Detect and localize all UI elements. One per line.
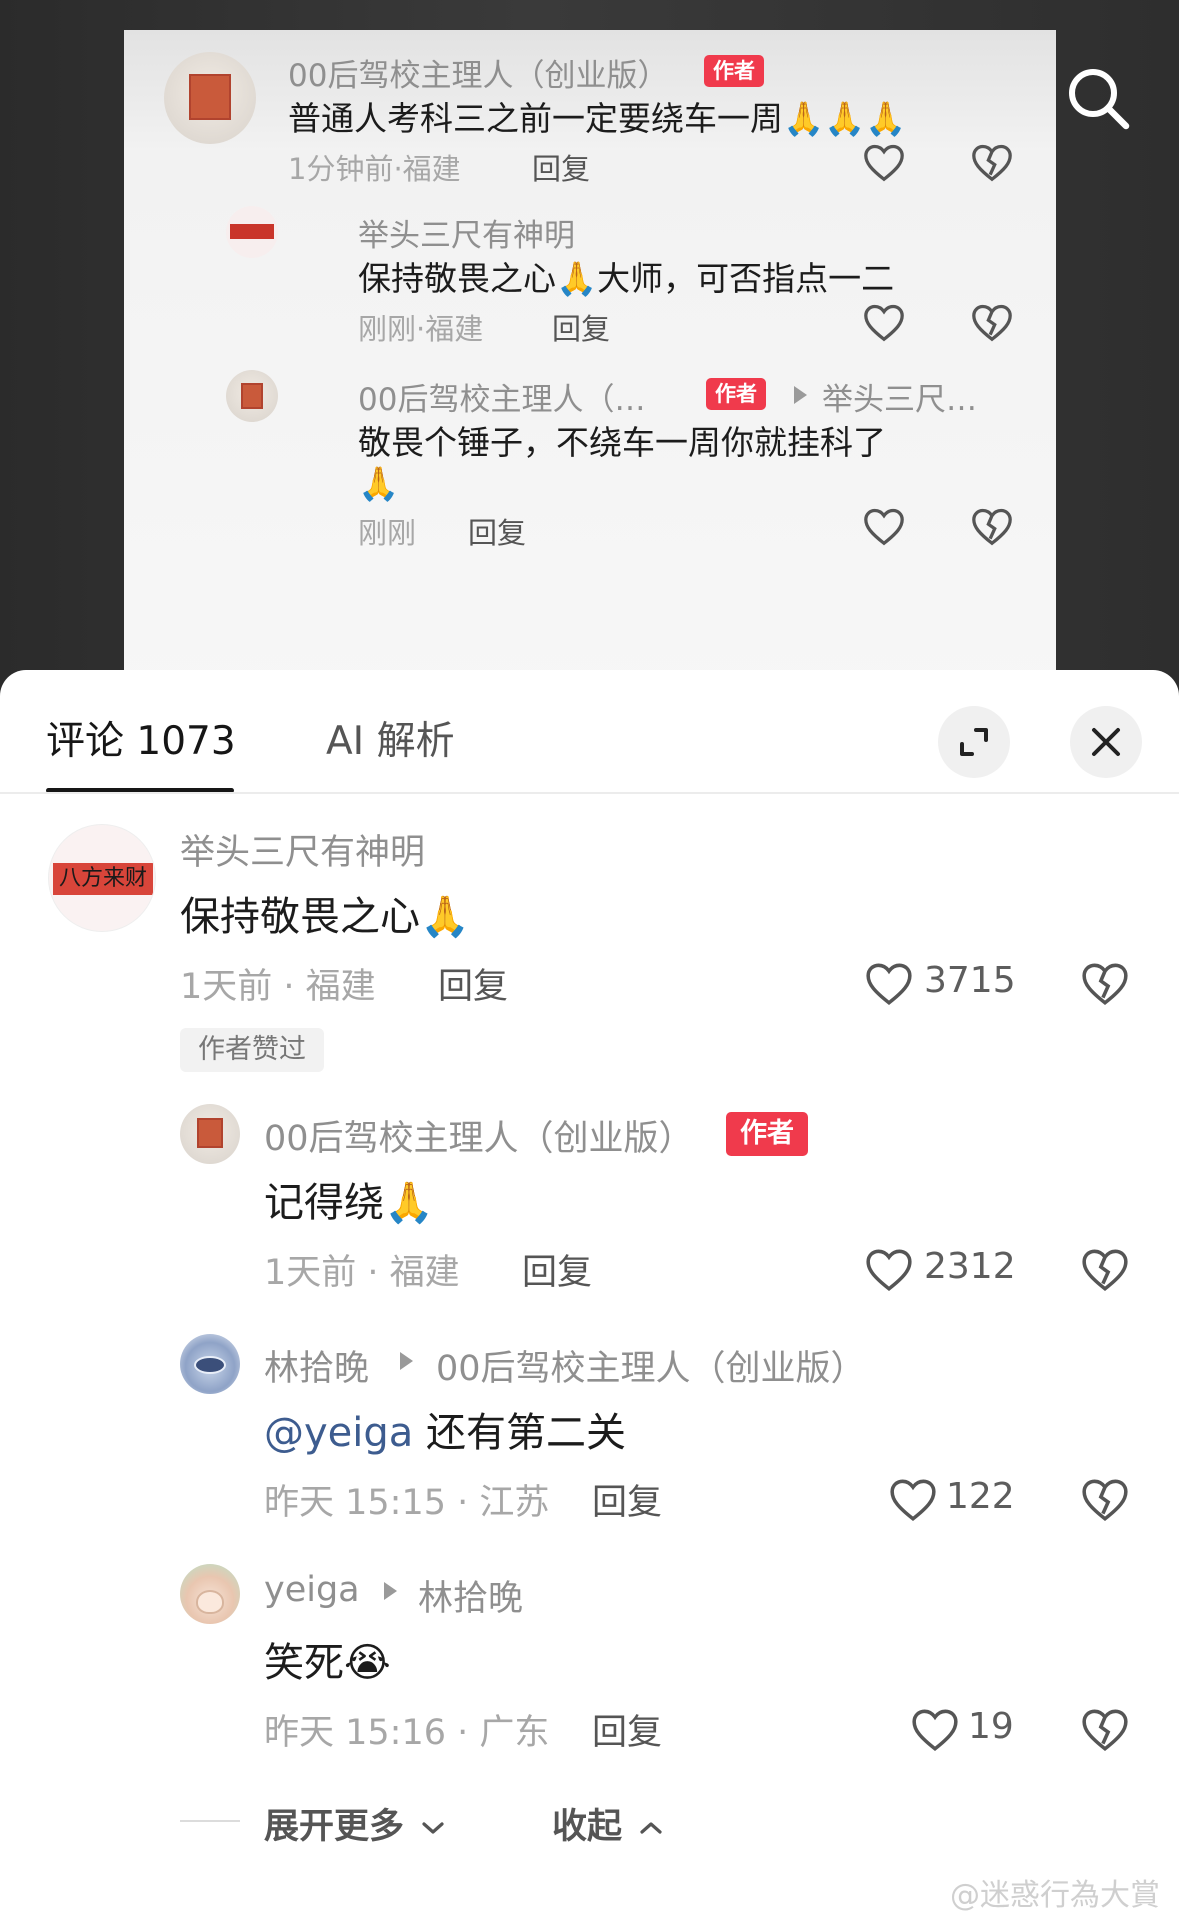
reply-meta: 刚刚·福建 <box>358 312 484 346</box>
reply-text: 敬畏个锤子，不绕车一周你就挂科了 <box>358 423 886 462</box>
seal-icon <box>189 74 231 120</box>
dislike-icon[interactable] <box>970 142 1014 182</box>
replies-thread-line <box>180 1820 240 1822</box>
like-count: 2312 <box>924 1246 1016 1287</box>
comment-author[interactable]: yeiga <box>264 1570 360 1610</box>
collapse-label: 收起 <box>552 1807 623 1847</box>
expand-icon <box>960 728 988 756</box>
comment-text: 保持敬畏之心🙏 <box>180 894 470 940</box>
chevron-down-icon <box>422 1822 444 1834</box>
avatar[interactable] <box>180 1104 240 1164</box>
collapse-button[interactable]: 收起 <box>552 1798 664 1849</box>
heart-icon[interactable] <box>862 142 906 182</box>
tab-comments[interactable]: 评论 1073 <box>46 710 236 766</box>
reply-button[interactable]: 回复 <box>592 1474 662 1525</box>
reply-meta: 刚刚 <box>358 516 417 550</box>
avatar[interactable] <box>180 1334 240 1394</box>
like-count: 3715 <box>924 960 1016 1001</box>
like-count: 19 <box>968 1706 1014 1747</box>
dislike-icon[interactable] <box>1080 1706 1130 1752</box>
comment-meta: 1分钟前·福建 <box>288 152 461 186</box>
anime-eye-icon <box>194 1356 226 1374</box>
heart-icon[interactable] <box>888 1476 938 1522</box>
heart-icon[interactable] <box>910 1706 960 1752</box>
avatar[interactable] <box>180 1564 240 1624</box>
avatar[interactable] <box>226 206 278 258</box>
reply-target[interactable]: 00后驾校主理人（创业版） <box>436 1340 866 1391</box>
avatar-calligraphy <box>230 224 274 239</box>
heart-icon[interactable] <box>862 302 906 342</box>
expand-button[interactable] <box>938 706 1010 778</box>
dislike-icon[interactable] <box>1080 1476 1130 1522</box>
reply-author[interactable]: 举头三尺有神明 <box>358 210 575 255</box>
comment-author[interactable]: 举头三尺有神明 <box>180 824 425 875</box>
avatar[interactable]: 八方来财 <box>48 824 156 932</box>
dislike-icon[interactable] <box>970 506 1014 546</box>
author-liked-badge: 作者赞过 <box>180 1028 324 1072</box>
like-count: 122 <box>946 1476 1015 1517</box>
reply-button[interactable]: 回复 <box>438 958 508 1009</box>
tabs-divider <box>0 792 1179 794</box>
comment-text: @yeiga 还有第二关 <box>264 1400 626 1458</box>
comment-text: 笑死😭 <box>264 1640 391 1686</box>
comment-meta: 1天前 · 福建 <box>180 967 376 1007</box>
comment-author[interactable]: 00后驾校主理人（创业版） <box>264 1110 694 1161</box>
comment-meta: 昨天 15:15 · 江苏 <box>264 1483 550 1523</box>
reply-to-arrow-icon <box>794 386 807 404</box>
reply-button[interactable]: 回复 <box>468 510 526 552</box>
reply-button[interactable]: 回复 <box>552 306 610 348</box>
reply-target[interactable]: 举头三尺… <box>822 374 977 419</box>
comment-text: 普通人考科三之前一定要绕车一周🙏🙏🙏 <box>288 99 907 138</box>
seal-icon <box>197 1118 223 1148</box>
author-tag: 作者 <box>726 1112 808 1156</box>
heart-icon[interactable] <box>864 1246 914 1292</box>
reply-target[interactable]: 林拾晚 <box>418 1570 523 1621</box>
mention-link[interactable]: @yeiga <box>264 1410 413 1456</box>
reply-text: 保持敬畏之心🙏大师，可否指点一二 <box>358 259 895 298</box>
embedded-comment-screenshot: 00后驾校主理人（创业版） 作者 普通人考科三之前一定要绕车一周🙏🙏🙏 1分钟前… <box>124 30 1056 710</box>
comments-sheet: 评论 1073 AI 解析 八方来财 举头三尺有神明 保持敬畏之心🙏 1天前 ·… <box>0 670 1179 1912</box>
dislike-icon[interactable] <box>1080 960 1130 1006</box>
seal-icon <box>241 383 263 409</box>
expand-more-label: 展开更多 <box>264 1807 405 1847</box>
watermark: @迷惑行為大賞 <box>950 1878 1160 1912</box>
comment-author[interactable]: 林拾晚 <box>264 1340 369 1391</box>
reply-author[interactable]: 00后驾校主理人（… <box>358 374 645 419</box>
close-button[interactable] <box>1070 706 1142 778</box>
avatar[interactable] <box>226 370 278 422</box>
search-icon[interactable] <box>1062 62 1134 134</box>
reply-text-continued: 🙏 <box>358 464 400 503</box>
avatar[interactable] <box>164 52 256 144</box>
close-icon <box>1092 728 1120 756</box>
expand-more-button[interactable]: 展开更多 <box>264 1798 446 1849</box>
reply-button[interactable]: 回复 <box>592 1704 662 1755</box>
comment-author[interactable]: 00后驾校主理人（创业版） <box>288 50 668 95</box>
author-tag: 作者 <box>706 378 766 410</box>
author-tag: 作者 <box>704 55 764 87</box>
comment-text: 记得绕🙏 <box>264 1180 434 1226</box>
avatar-calligraphy: 八方来财 <box>53 863 153 895</box>
heart-icon[interactable] <box>862 506 906 546</box>
avatar-face-icon <box>196 1590 224 1614</box>
dislike-icon[interactable] <box>970 302 1014 342</box>
reply-button[interactable]: 回复 <box>522 1244 592 1295</box>
heart-icon[interactable] <box>864 960 914 1006</box>
comment-meta: 昨天 15:16 · 广东 <box>264 1713 550 1753</box>
chevron-up-icon <box>640 1822 662 1834</box>
dislike-icon[interactable] <box>1080 1246 1130 1292</box>
tab-ai-analysis[interactable]: AI 解析 <box>326 710 455 766</box>
reply-to-arrow-icon <box>400 1352 413 1370</box>
reply-to-arrow-icon <box>384 1582 397 1600</box>
comment-meta: 1天前 · 福建 <box>264 1253 460 1293</box>
reply-button[interactable]: 回复 <box>532 146 590 188</box>
comment-text-body: 还有第二关 <box>426 1410 627 1456</box>
